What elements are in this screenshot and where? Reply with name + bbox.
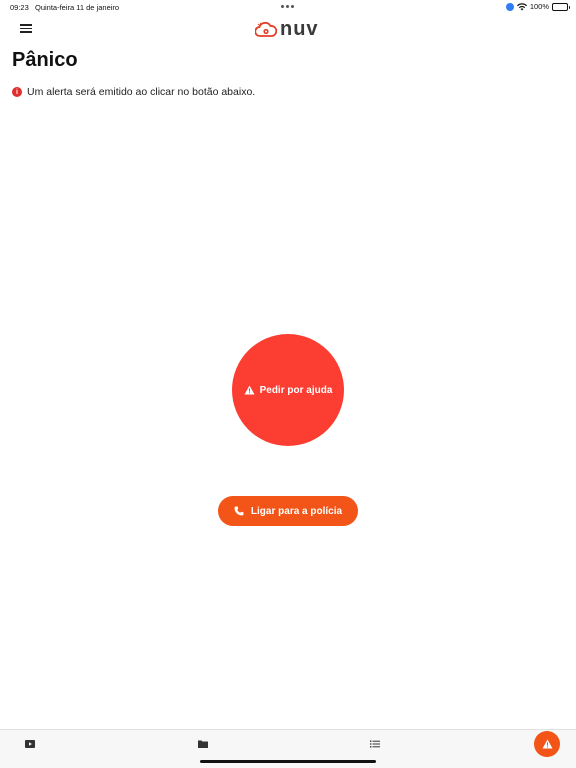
page-title: Pânico [12, 49, 78, 71]
alert-icon [542, 739, 552, 749]
phone-icon [234, 506, 244, 516]
warning-triangle-icon [244, 385, 255, 395]
info-message: i Um alerta será emitido ao clicar no bo… [12, 86, 255, 98]
status-indicators: 100% [505, 2, 570, 11]
call-police-button[interactable]: Ligar para a polícia [218, 496, 358, 526]
battery-icon [552, 2, 570, 11]
cloud-eye-logo-icon [255, 21, 277, 37]
status-bar: 09:23 Quinta-feira 11 de janeiro 100% [0, 0, 576, 14]
battery-percent: 100% [529, 2, 549, 11]
video-play-icon[interactable] [24, 738, 36, 750]
menu-button[interactable] [18, 22, 34, 36]
logo-text: nuv [280, 18, 319, 40]
alert-tab-button[interactable] [534, 731, 560, 757]
home-indicator[interactable] [200, 760, 376, 763]
status-date: Quinta-feira 11 de janeiro [35, 3, 120, 12]
call-police-label: Ligar para a polícia [250, 505, 343, 517]
app-header: nuv [0, 14, 576, 44]
folder-icon[interactable] [197, 738, 209, 750]
list-icon[interactable] [369, 738, 381, 750]
info-text: Um alerta será emitido ao clicar no botã… [27, 86, 256, 98]
status-time: 09:23 [10, 3, 29, 12]
hamburger-menu-icon [20, 24, 32, 26]
panic-help-label: Pedir por ajuda [259, 384, 333, 396]
wifi-icon [516, 2, 527, 10]
info-icon: i [12, 87, 22, 97]
location-icon [505, 2, 514, 11]
app-logo: nuv [255, 18, 319, 41]
multitasking-dots-icon[interactable] [281, 5, 294, 8]
panic-help-button[interactable]: Pedir por ajuda [232, 334, 344, 446]
